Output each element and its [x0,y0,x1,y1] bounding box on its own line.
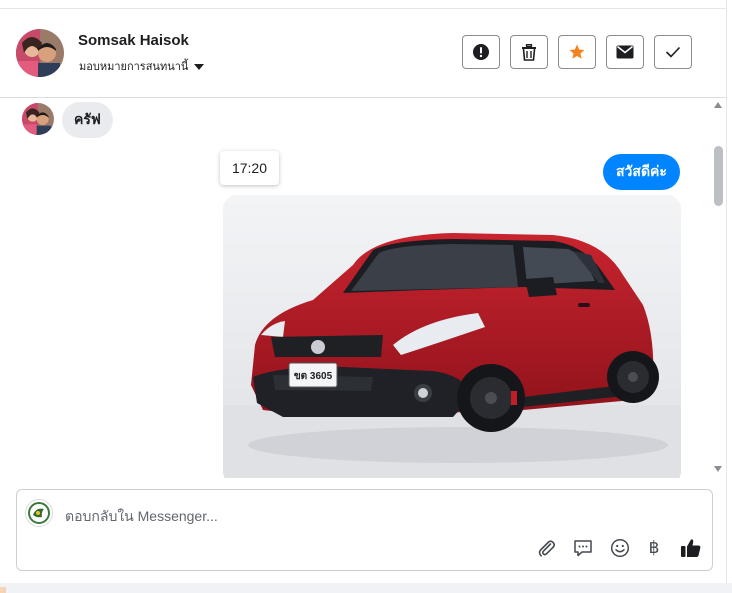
thumbs-up-icon [681,539,701,557]
timestamp-tooltip: 17:20 [220,151,279,185]
assign-label: มอบหมายการสนทนานี้ [79,61,189,73]
baht-icon: ฿ [648,538,660,557]
scroll-down-arrow-icon[interactable] [714,466,722,472]
sender-avatar [22,103,54,135]
conversation-header: Somsak Haisok มอบหมายการสนทนานี้ [0,9,726,98]
contact-avatar[interactable] [16,29,64,77]
outgoing-message[interactable]: สวัสดีค่ะ [603,154,680,190]
envelope-icon [616,45,634,59]
trash-icon [522,43,536,61]
reply-input[interactable]: ตอบกลับใน Messenger... [65,506,218,528]
checkmark-icon [665,46,681,58]
mark-unread-button[interactable] [606,35,644,69]
incoming-message[interactable]: ครัฟ [62,102,113,138]
paperclip-icon [538,540,555,557]
emoji-button[interactable] [608,536,632,560]
caret-down-icon [194,63,205,70]
reply-composer[interactable]: ตอบกลับใน Messenger... ฿ [16,489,713,571]
corner-swatch [0,587,6,593]
contact-name[interactable]: Somsak Haisok [78,32,189,49]
messenger-panel: Somsak Haisok มอบหมายการสนทนานี้ ครัฟ 17… [0,0,727,583]
car-photo-attachment[interactable]: ขต 3605 [223,195,681,478]
license-plate-text: ขต 3605 [294,371,333,382]
mark-done-button[interactable] [654,35,692,69]
message-thread[interactable]: ครัฟ 17:20 สวัสดีค่ะ ขต 3605 [0,98,712,478]
exclamation-circle-icon [473,44,489,60]
like-button[interactable] [679,536,703,560]
star-button[interactable] [558,35,596,69]
saved-reply-icon [574,540,592,557]
payment-button[interactable]: ฿ [642,536,666,560]
attach-file-button[interactable] [535,536,559,560]
page-avatar [25,499,53,527]
star-icon [569,44,585,59]
assign-conversation-dropdown[interactable]: มอบหมายการสนทนานี้ [79,57,205,75]
thread-scrollbar-thumb[interactable] [714,146,723,206]
emoji-icon [610,538,630,558]
scroll-up-arrow-icon[interactable] [714,102,722,108]
bottom-strip [0,583,732,593]
mark-spam-button[interactable] [462,35,500,69]
saved-reply-button[interactable] [571,536,595,560]
delete-button[interactable] [510,35,548,69]
